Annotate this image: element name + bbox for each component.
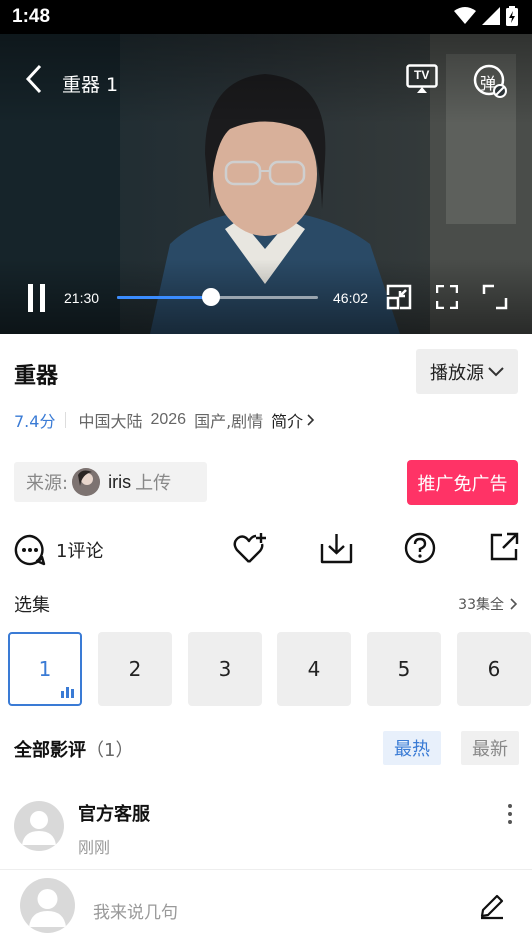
uploader-prefix: 来源:: [26, 473, 69, 494]
progress-thumb[interactable]: [201, 288, 220, 306]
default-avatar-icon: [29, 889, 66, 927]
show-title: 重器: [14, 364, 59, 389]
comment-input[interactable]: 我来说几句: [93, 898, 178, 923]
episode-item[interactable]: 3: [188, 632, 262, 706]
chevron-right-icon: [307, 414, 315, 426]
signal-icon: [482, 7, 500, 25]
episode-number: 2: [128, 657, 142, 681]
episodes-label: 选集: [14, 595, 50, 616]
intro-label: 简介: [271, 412, 304, 431]
fullscreen-icon[interactable]: [436, 285, 458, 309]
pause-icon[interactable]: [26, 284, 48, 312]
comment-time: 刚刚: [78, 838, 111, 857]
episode-number: 6: [487, 657, 501, 681]
tab-newest[interactable]: 最新: [461, 731, 519, 765]
region: 中国大陆: [78, 412, 143, 431]
tab-hottest[interactable]: 最热: [383, 731, 441, 765]
avatar: [20, 878, 75, 933]
status-bar: 1:48: [0, 0, 532, 34]
uploader-suffix: 上传: [135, 473, 172, 494]
episode-number: 3: [218, 657, 232, 681]
back-icon[interactable]: [24, 64, 44, 94]
default-avatar-icon: [22, 811, 56, 845]
more-options-icon[interactable]: [508, 804, 512, 824]
chevron-right-icon: [510, 598, 518, 610]
help-icon[interactable]: [404, 532, 436, 564]
favorite-heart-icon[interactable]: [233, 532, 267, 566]
episode-item[interactable]: 4: [277, 632, 351, 706]
comment-count: 1评论: [56, 541, 104, 562]
episode-item[interactable]: 1: [8, 632, 82, 706]
avatar[interactable]: [14, 801, 64, 851]
meta-divider: [65, 412, 67, 428]
episode-item[interactable]: 5: [367, 632, 441, 706]
download-icon[interactable]: [320, 532, 353, 564]
video-player[interactable]: 重器 1 TV 弹 21:30 46:02: [0, 34, 532, 334]
episodes-total: 33集全: [458, 597, 504, 613]
comment-icon: [14, 534, 46, 566]
rotate-screen-icon[interactable]: [482, 284, 508, 310]
action-row: 1评论: [0, 528, 532, 572]
reviews-count: （1）: [86, 740, 134, 761]
score: 7.4分: [14, 412, 56, 431]
episode-item[interactable]: 2: [98, 632, 172, 706]
year: 2026: [150, 411, 187, 428]
episode-number: 1: [38, 657, 52, 681]
video-title: 重器 1: [62, 74, 119, 96]
uploader-chip[interactable]: 来源: iris 上传: [14, 462, 207, 502]
reviews-title-text: 全部影评: [14, 740, 86, 761]
reviews-title: 全部影评（1）: [14, 736, 133, 762]
uploader-avatar: [72, 468, 101, 496]
tv-label: TV: [414, 68, 430, 82]
danmaku-label: 弹: [480, 74, 497, 93]
status-icons: [454, 6, 518, 26]
pen-icon[interactable]: [478, 892, 506, 920]
current-time: 21:30: [64, 290, 100, 306]
episodes-total-link[interactable]: 33集全: [458, 594, 518, 614]
intro-link[interactable]: 简介: [271, 408, 315, 432]
pip-icon[interactable]: [386, 284, 412, 310]
total-time: 46:02: [333, 290, 369, 306]
share-icon[interactable]: [489, 532, 519, 562]
progress-fill: [117, 296, 211, 299]
promo-ad-free-button[interactable]: 推广免广告: [407, 460, 518, 505]
comment-author[interactable]: 官方客服: [78, 800, 150, 826]
play-source-label: 播放源: [430, 362, 484, 384]
comment-input-bar: 我来说几句: [0, 869, 532, 946]
episode-number: 4: [307, 657, 321, 681]
danmaku-toggle[interactable]: 弹: [473, 64, 507, 98]
cast-tv-button[interactable]: TV: [406, 64, 438, 94]
chevron-down-icon: [488, 366, 504, 376]
now-playing-icon: [61, 687, 74, 698]
status-time: 1:48: [12, 6, 51, 27]
battery-icon: [506, 6, 518, 26]
episode-list: 1 2 3 4 5 6: [8, 632, 532, 706]
uploader-name: iris: [108, 471, 132, 492]
progress-bar[interactable]: [117, 288, 318, 306]
play-source-button[interactable]: 播放源: [416, 349, 518, 394]
comment-button[interactable]: 1评论: [14, 534, 103, 566]
genres: 国产,剧情: [194, 412, 264, 431]
episode-item[interactable]: 6: [457, 632, 531, 706]
meta-row: 7.4分 中国大陆 2026 国产,剧情 简介: [14, 408, 315, 432]
episode-number: 5: [397, 657, 411, 681]
wifi-icon: [454, 7, 476, 24]
